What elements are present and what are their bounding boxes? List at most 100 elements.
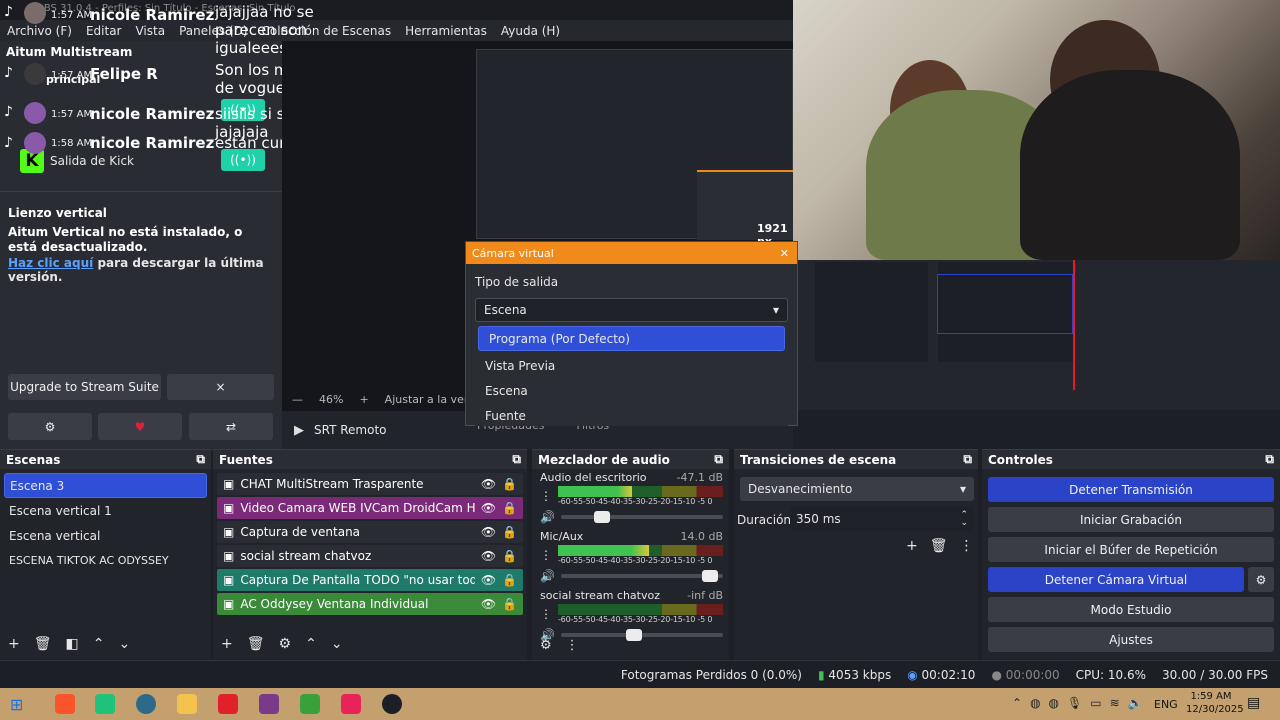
- volume-icon[interactable]: 🔈: [1128, 696, 1143, 710]
- windows-start-icon[interactable]: ⊞: [10, 695, 23, 714]
- option-scene[interactable]: Escena: [475, 378, 788, 403]
- move-down-icon[interactable]: ⌄: [118, 636, 130, 652]
- menu-dots-icon[interactable]: ⋮: [540, 489, 552, 503]
- lock-icon[interactable]: 🔒: [502, 549, 517, 563]
- notification-icon[interactable]: ▤: [1247, 695, 1260, 711]
- settings-button[interactable]: Ajustes: [988, 627, 1274, 652]
- spinner-icon[interactable]: ⌃ ⌄: [960, 511, 968, 528]
- filter-icon[interactable]: ◧: [66, 636, 79, 652]
- speaker-icon[interactable]: 🔊: [540, 569, 555, 583]
- battery-icon[interactable]: ▭: [1090, 696, 1101, 710]
- tiktok-icon[interactable]: [341, 694, 361, 714]
- eye-icon[interactable]: 👁: [481, 477, 496, 491]
- brave-icon[interactable]: [55, 694, 75, 714]
- eye-icon[interactable]: 👁: [481, 525, 496, 539]
- app-icon[interactable]: [300, 694, 320, 714]
- lock-icon[interactable]: 🔒: [502, 573, 517, 587]
- menu-dots-icon[interactable]: ⋮: [960, 538, 974, 554]
- move-up-icon[interactable]: ⌃: [305, 636, 317, 652]
- menu-dots-icon[interactable]: ⋮: [540, 548, 552, 562]
- settings-gear-icon[interactable]: ⚙: [8, 413, 92, 440]
- undock-icon[interactable]: ⧉: [1265, 452, 1274, 467]
- wifi-icon[interactable]: ≋: [1110, 696, 1120, 710]
- transition-select[interactable]: Desvanecimiento ▾: [740, 477, 974, 501]
- file-explorer-icon[interactable]: [177, 694, 197, 714]
- download-link[interactable]: Haz clic aquí: [8, 256, 93, 270]
- undock-icon[interactable]: ⧉: [512, 452, 521, 467]
- undock-icon[interactable]: ⧉: [714, 452, 723, 467]
- slider-knob[interactable]: [702, 570, 719, 582]
- heart-icon[interactable]: ♥: [98, 413, 182, 440]
- lock-icon[interactable]: 🔒: [502, 501, 517, 515]
- refresh-icon[interactable]: ⇄: [189, 413, 273, 440]
- lock-icon[interactable]: 🔒: [502, 525, 517, 539]
- add-icon[interactable]: +: [221, 636, 233, 652]
- stop-virtual-camera-button[interactable]: Detener Cámara Virtual: [988, 567, 1244, 592]
- trash-icon[interactable]: 🗑: [247, 636, 265, 652]
- mixer-settings-icon[interactable]: ⚙: [540, 638, 552, 653]
- menu-help[interactable]: Ayuda (H): [494, 24, 567, 38]
- output-type-select[interactable]: Escena ▾: [475, 298, 788, 322]
- zoom-out-icon[interactable]: —: [292, 393, 303, 406]
- source-item[interactable]: ▣ Captura De Pantalla TODO "no usar todo …: [217, 569, 523, 591]
- eye-icon[interactable]: 👁: [481, 549, 496, 563]
- option-preview[interactable]: Vista Previa: [475, 353, 788, 378]
- zoom-in-icon[interactable]: +: [359, 393, 368, 406]
- menu-dots-icon[interactable]: ⋮: [566, 638, 579, 653]
- duration-input[interactable]: 350 ms ⌃ ⌄: [790, 507, 974, 531]
- menu-tools[interactable]: Herramientas: [398, 24, 494, 38]
- eye-icon[interactable]: 👁: [481, 501, 496, 515]
- lock-icon[interactable]: 🔒: [502, 597, 517, 611]
- speaker-icon[interactable]: 🔊: [540, 510, 555, 524]
- language-indicator[interactable]: ENG: [1154, 698, 1178, 711]
- undock-icon[interactable]: ⧉: [963, 452, 972, 467]
- source-item[interactable]: ▣ AC Oddysey Ventana Individual 👁 🔒: [217, 593, 523, 615]
- menu-dots-icon[interactable]: ⋮: [540, 607, 552, 621]
- trash-icon[interactable]: 🗑: [34, 636, 52, 652]
- app-icon[interactable]: [259, 694, 279, 714]
- source-item[interactable]: ▣ Video Camara WEB IVCam DroidCam HDUserl…: [217, 497, 523, 519]
- tray-icon[interactable]: ◍: [1030, 696, 1040, 710]
- trash-icon[interactable]: 🗑: [930, 538, 948, 554]
- upgrade-button[interactable]: Upgrade to Stream Suite: [8, 374, 161, 400]
- chevron-up-icon[interactable]: ⌃: [1012, 696, 1022, 710]
- eye-icon[interactable]: 👁: [481, 597, 496, 611]
- slider-knob[interactable]: [625, 629, 642, 641]
- volume-slider[interactable]: [560, 511, 723, 523]
- clock[interactable]: 1:59 AM 12/30/2025: [1186, 690, 1244, 716]
- scene-item[interactable]: ESCENA TIKTOK AC ODYSSEY: [4, 548, 207, 573]
- start-replay-buffer-button[interactable]: Iniciar el Búfer de Repetición: [988, 537, 1274, 562]
- source-item[interactable]: ▣ CHAT MultiStream Trasparente 👁 🔒: [217, 473, 523, 495]
- edge-icon[interactable]: [136, 694, 156, 714]
- volume-slider[interactable]: [560, 570, 723, 582]
- volume-slider[interactable]: [560, 629, 723, 641]
- scene-item[interactable]: Escena 3: [4, 473, 207, 498]
- stop-streaming-button[interactable]: Detener Transmisión: [988, 477, 1274, 502]
- eye-icon[interactable]: 👁: [481, 573, 496, 587]
- app-icon[interactable]: [218, 694, 238, 714]
- start-recording-button[interactable]: Iniciar Grabación: [988, 507, 1274, 532]
- source-item[interactable]: ▣ social stream chatvoz 👁 🔒: [217, 545, 523, 567]
- move-down-icon[interactable]: ⌄: [331, 636, 343, 652]
- add-icon[interactable]: +: [906, 538, 918, 554]
- source-item[interactable]: ▣ Captura de ventana 👁 🔒: [217, 521, 523, 543]
- virtual-camera-gear-icon[interactable]: ⚙: [1248, 567, 1274, 592]
- mic-icon[interactable]: 🎙: [1067, 696, 1082, 710]
- studio-mode-button[interactable]: Modo Estudio: [988, 597, 1274, 622]
- move-up-icon[interactable]: ⌃: [93, 636, 105, 652]
- obs-icon[interactable]: [382, 694, 402, 714]
- scene-item[interactable]: Escena vertical: [4, 523, 207, 548]
- option-program[interactable]: Programa (Por Defecto): [478, 326, 785, 351]
- tray-icon[interactable]: ◍: [1049, 696, 1059, 710]
- app-icon[interactable]: [95, 694, 115, 714]
- scene-item[interactable]: Escena vertical 1: [4, 498, 207, 523]
- close-icon[interactable]: ✕: [780, 247, 789, 260]
- undock-icon[interactable]: ⧉: [196, 452, 205, 467]
- add-icon[interactable]: +: [8, 636, 20, 652]
- gear-icon[interactable]: ⚙: [279, 636, 292, 652]
- upgrade-close-button[interactable]: ×: [167, 374, 274, 400]
- lock-icon[interactable]: 🔒: [502, 477, 517, 491]
- option-source[interactable]: Fuente: [475, 403, 788, 428]
- play-icon[interactable]: ▶: [294, 423, 304, 438]
- slider-knob[interactable]: [593, 511, 610, 523]
